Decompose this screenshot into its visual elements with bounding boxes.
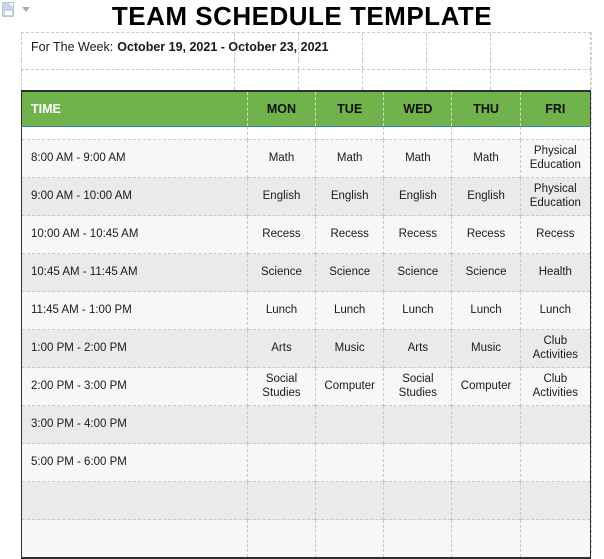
cell-tue[interactable]: Recess [315,215,384,254]
cell-thu[interactable] [451,519,521,558]
cell-thu[interactable]: Recess [451,215,521,254]
cell-fri[interactable] [519,405,591,444]
cell-fri[interactable]: Health [519,253,591,292]
schedule-sheet: For The Week: October 19, 2021 - October … [21,32,591,559]
table-row: 10:00 AM - 10:45 AM Recess Recess Recess Rec… [21,215,591,254]
cell-mon[interactable]: Social Studies [246,367,316,406]
cell-fri[interactable]: Physical Education [519,177,591,216]
table-row: 11:45 AM - 1:00 PM Lunch Lunch Lunch Lunch Lu… [21,291,591,330]
cell-wed[interactable] [383,519,452,558]
cell-wed[interactable] [383,443,452,482]
cell-fri[interactable] [519,481,591,520]
cell-mon[interactable] [246,405,316,444]
table-row: 9:00 AM - 10:00 AM English English English E… [21,177,591,216]
cell-thu[interactable]: Science [451,253,521,292]
cell-tue[interactable]: Science [315,253,384,292]
cell-wed[interactable] [383,481,452,520]
column-header-tue[interactable]: TUE [315,91,384,127]
week-range-text: For The Week: October 19, 2021 - October … [22,40,328,54]
cell-tue[interactable] [315,481,384,520]
column-header-mon[interactable]: MON [246,91,316,127]
cell-fri[interactable] [519,443,591,482]
cell-mon[interactable] [246,443,316,482]
cell-time[interactable] [21,481,248,520]
column-header-thu[interactable]: THU [451,91,521,127]
cell-thu[interactable]: Math [451,139,521,178]
cell-time[interactable]: 9:00 AM - 10:00 AM [21,177,248,216]
cell-thu[interactable]: Lunch [451,291,521,330]
cell-thu[interactable]: Music [451,329,521,368]
table-row [21,481,591,520]
week-range-value: October 19, 2021 - October 23, 2021 [117,39,329,54]
table-row: 2:00 PM - 3:00 PM Social Studies Computer S… [21,367,591,406]
cell-thu[interactable]: English [451,177,521,216]
page-title: TEAM SCHEDULE TEMPLATE [111,1,493,31]
table-row: 1:00 PM - 2:00 PM Arts Music Arts Music Club … [21,329,591,368]
cell-tue[interactable]: Music [315,329,384,368]
cell-mon[interactable]: Science [246,253,316,292]
table-row: 8:00 AM - 9:00 AM Math Math Math Math Physica… [21,139,591,178]
cell-thu[interactable]: Computer [451,367,521,406]
table-row: 10:45 AM - 11:45 AM Science Science Science… [21,253,591,292]
cell-mon[interactable] [246,519,316,558]
cell-time[interactable]: 10:45 AM - 11:45 AM [21,253,248,292]
cell-tue[interactable]: Math [315,139,384,178]
table-row: 5:00 PM - 6:00 PM [21,443,591,482]
column-header-wed[interactable]: WED [383,91,452,127]
cell-time[interactable]: 3:00 PM - 4:00 PM [21,405,248,444]
cell-wed[interactable]: Arts [383,329,452,368]
cell-wed[interactable]: Lunch [383,291,452,330]
schedule-table: TIME MON TUE WED THU FRI 8:00 AM - 9:00 … [21,90,591,559]
cell-time[interactable]: 2:00 PM - 3:00 PM [21,367,248,406]
cell-mon[interactable]: Lunch [246,291,316,330]
cell-tue[interactable] [315,519,384,558]
cell-mon[interactable]: Math [246,139,316,178]
cell-fri[interactable]: Lunch [519,291,591,330]
cell-thu[interactable] [451,405,521,444]
column-header-time[interactable]: TIME [21,91,248,127]
cell-fri[interactable]: Recess [519,215,591,254]
cell-fri[interactable]: Club Activities [519,367,591,406]
cell-wed[interactable]: Science [383,253,452,292]
cell-tue[interactable] [315,405,384,444]
spacer-row-thin [21,60,591,69]
cell-thu[interactable] [451,443,521,482]
table-row [21,519,591,558]
cell-mon[interactable] [246,481,316,520]
cell-tue[interactable]: English [315,177,384,216]
schedule-table-body: 8:00 AM - 9:00 AM Math Math Math Math Physica… [21,126,591,558]
cell-wed[interactable]: Math [383,139,452,178]
cell-time[interactable]: 8:00 AM - 9:00 AM [21,139,248,178]
cell-time[interactable]: 1:00 PM - 2:00 PM [21,329,248,368]
cell-time[interactable]: 5:00 PM - 6:00 PM [21,443,248,482]
cell-time[interactable] [21,519,248,558]
cell-wed[interactable]: English [383,177,452,216]
cell-mon[interactable]: English [246,177,316,216]
cell-mon[interactable]: Arts [246,329,316,368]
table-pad-row [21,126,591,140]
cell-fri[interactable]: Club Activities [519,329,591,368]
cell-tue[interactable]: Lunch [315,291,384,330]
table-header-row: TIME MON TUE WED THU FRI [21,91,591,127]
cell-fri[interactable] [519,519,591,558]
cell-wed[interactable]: Social Studies [383,367,452,406]
cell-thu[interactable] [451,481,521,520]
column-header-fri[interactable]: FRI [519,91,591,127]
cell-time[interactable]: 10:00 AM - 10:45 AM [21,215,248,254]
cell-tue[interactable]: Computer [315,367,384,406]
cell-wed[interactable]: Recess [383,215,452,254]
cell-wed[interactable] [383,405,452,444]
week-range-row[interactable]: For The Week: October 19, 2021 - October … [21,32,591,60]
cell-fri[interactable]: Physical Education [519,139,591,178]
cell-mon[interactable]: Recess [246,215,316,254]
week-range-label: For The Week: [31,39,114,54]
cell-tue[interactable] [315,443,384,482]
table-row: 3:00 PM - 4:00 PM [21,405,591,444]
spacer-row-tall [21,69,591,90]
cell-time[interactable]: 11:45 AM - 1:00 PM [21,291,248,330]
